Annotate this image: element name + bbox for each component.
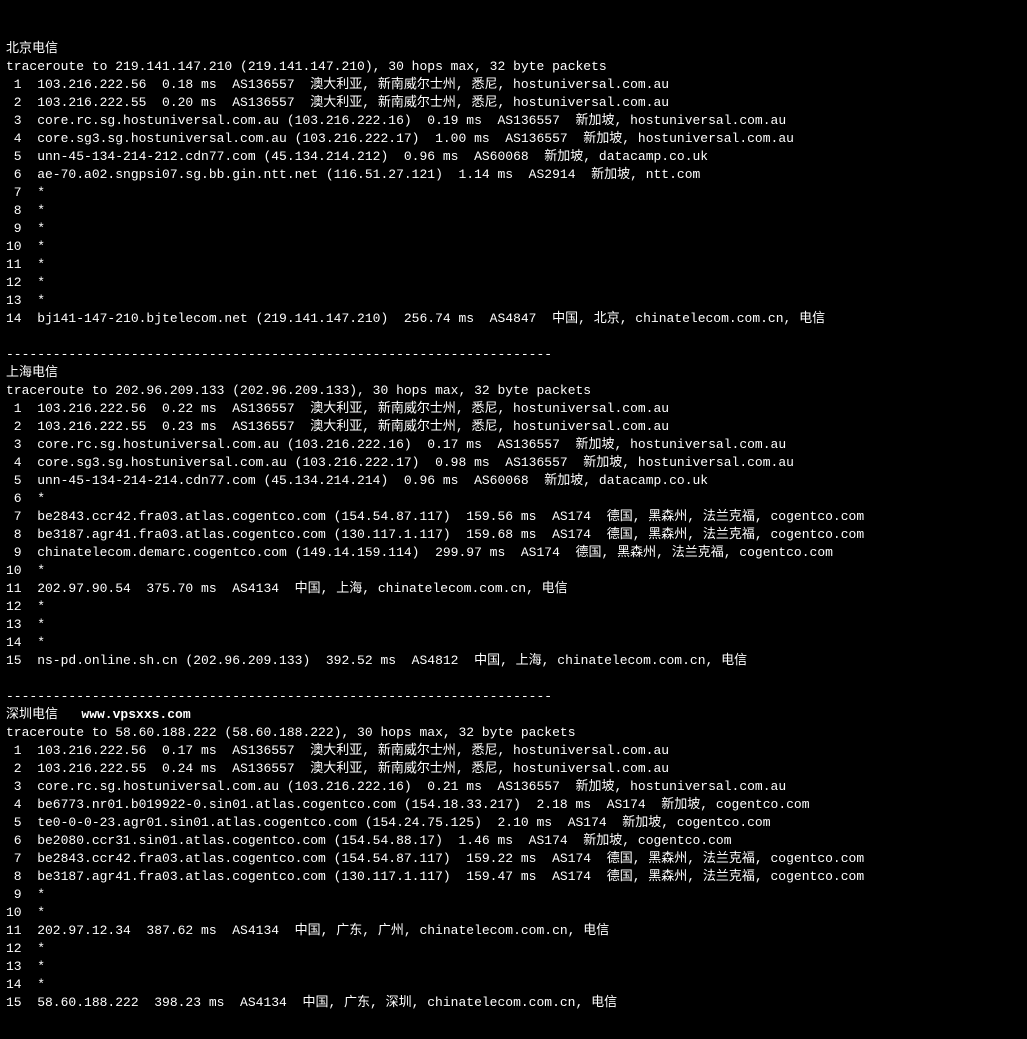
hop-line: 13 * <box>6 617 45 632</box>
section-title: 北京电信 <box>6 41 58 56</box>
hop-line: 12 * <box>6 599 45 614</box>
hop-line: 7 be2843.ccr42.fra03.atlas.cogentco.com … <box>6 509 864 524</box>
hop-line: 1 103.216.222.56 0.17 ms AS136557 澳大利亚, … <box>6 743 669 758</box>
hop-line: 12 * <box>6 275 45 290</box>
section-title: 上海电信 <box>6 365 58 380</box>
traceroute-header: traceroute to 219.141.147.210 (219.141.1… <box>6 59 607 74</box>
hop-line: 8 * <box>6 203 45 218</box>
hop-line: 3 core.rc.sg.hostuniversal.com.au (103.2… <box>6 113 786 128</box>
hop-line: 14 bj141-147-210.bjtelecom.net (219.141.… <box>6 311 825 326</box>
hop-line: 5 unn-45-134-214-214.cdn77.com (45.134.2… <box>6 473 708 488</box>
hop-line: 3 core.rc.sg.hostuniversal.com.au (103.2… <box>6 437 786 452</box>
hop-line: 13 * <box>6 293 45 308</box>
hop-line: 14 * <box>6 977 45 992</box>
hop-line: 3 core.rc.sg.hostuniversal.com.au (103.2… <box>6 779 786 794</box>
hop-line: 7 be2843.ccr42.fra03.atlas.cogentco.com … <box>6 851 864 866</box>
hop-line: 8 be3187.agr41.fra03.atlas.cogentco.com … <box>6 869 864 884</box>
section-title: 深圳电信 www.vpsxxs.com <box>6 707 191 722</box>
traceroute-header: traceroute to 202.96.209.133 (202.96.209… <box>6 383 591 398</box>
hop-line: 12 * <box>6 941 45 956</box>
hop-line: 7 * <box>6 185 45 200</box>
hop-line: 5 unn-45-134-214-212.cdn77.com (45.134.2… <box>6 149 708 164</box>
hop-line: 15 58.60.188.222 398.23 ms AS4134 中国, 广东… <box>6 995 617 1010</box>
separator-line: ----------------------------------------… <box>6 689 552 704</box>
hop-line: 1 103.216.222.56 0.22 ms AS136557 澳大利亚, … <box>6 401 669 416</box>
hop-line: 9 chinatelecom.demarc.cogentco.com (149.… <box>6 545 833 560</box>
hop-line: 8 be3187.agr41.fra03.atlas.cogentco.com … <box>6 527 864 542</box>
hop-line: 6 ae-70.a02.sngpsi07.sg.bb.gin.ntt.net (… <box>6 167 700 182</box>
hop-line: 15 ns-pd.online.sh.cn (202.96.209.133) 3… <box>6 653 747 668</box>
hop-line: 11 * <box>6 257 45 272</box>
hop-line: 14 * <box>6 635 45 650</box>
hop-line: 2 103.216.222.55 0.20 ms AS136557 澳大利亚, … <box>6 95 669 110</box>
hop-line: 4 core.sg3.sg.hostuniversal.com.au (103.… <box>6 455 794 470</box>
hop-line: 4 core.sg3.sg.hostuniversal.com.au (103.… <box>6 131 794 146</box>
hop-line: 5 te0-0-0-23.agr01.sin01.atlas.cogentco.… <box>6 815 771 830</box>
hop-line: 10 * <box>6 239 45 254</box>
hop-line: 2 103.216.222.55 0.24 ms AS136557 澳大利亚, … <box>6 761 669 776</box>
hop-line: 10 * <box>6 563 45 578</box>
hop-line: 9 * <box>6 221 45 236</box>
hop-line: 13 * <box>6 959 45 974</box>
hop-line: 1 103.216.222.56 0.18 ms AS136557 澳大利亚, … <box>6 77 669 92</box>
hop-line: 10 * <box>6 905 45 920</box>
terminal-output: { "separator": "------------------------… <box>0 0 1027 1034</box>
hop-line: 9 * <box>6 887 45 902</box>
traceroute-header: traceroute to 58.60.188.222 (58.60.188.2… <box>6 725 576 740</box>
separator-line: ----------------------------------------… <box>6 347 552 362</box>
watermark-text: www.vpsxxs.com <box>81 707 190 722</box>
hop-line: 2 103.216.222.55 0.23 ms AS136557 澳大利亚, … <box>6 419 669 434</box>
hop-line: 6 be2080.ccr31.sin01.atlas.cogentco.com … <box>6 833 732 848</box>
traceroute-content: 北京电信 traceroute to 219.141.147.210 (219.… <box>6 40 1021 1012</box>
hop-line: 11 202.97.90.54 375.70 ms AS4134 中国, 上海,… <box>6 581 568 596</box>
hop-line: 11 202.97.12.34 387.62 ms AS4134 中国, 广东,… <box>6 923 609 938</box>
hop-line: 6 * <box>6 491 45 506</box>
hop-line: 4 be6773.nr01.b019922-0.sin01.atlas.coge… <box>6 797 810 812</box>
